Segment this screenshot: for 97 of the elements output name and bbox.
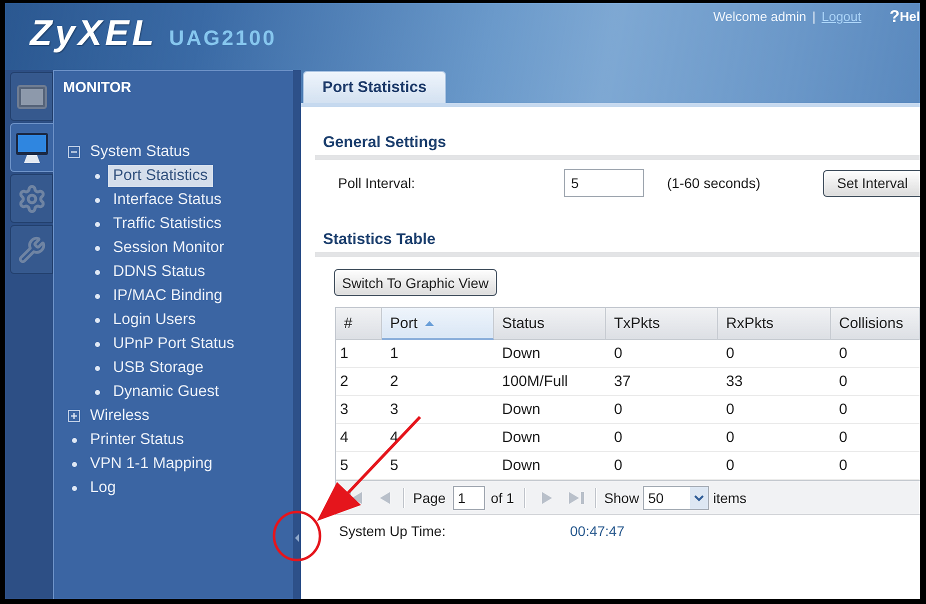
nav-item[interactable]: Port Statistics bbox=[108, 165, 213, 187]
column-header[interactable]: TxPkts bbox=[606, 308, 718, 340]
table-cell-text: 3 bbox=[389, 400, 400, 420]
nav-item[interactable]: IP/MAC Binding bbox=[108, 285, 228, 307]
section-title: General Settings bbox=[322, 134, 446, 152]
bullet-icon bbox=[94, 270, 100, 274]
uptime-label: System Up Time: bbox=[339, 522, 447, 540]
table-cell-text: 0 bbox=[613, 400, 624, 420]
table-cell-text: 1 bbox=[339, 344, 350, 364]
page-total: of 1 bbox=[490, 490, 514, 506]
table-cell-text: 0 bbox=[613, 456, 624, 476]
monitor-icon bbox=[15, 132, 49, 164]
table-cell-text: 100M/Full bbox=[501, 372, 569, 392]
table-cell-text: 37 bbox=[613, 372, 632, 392]
nav-item[interactable]: DDNS Status bbox=[108, 261, 210, 283]
table-cell-text: 0 bbox=[838, 428, 848, 448]
collapse-handle-icon[interactable] bbox=[295, 534, 299, 542]
nav-item[interactable]: Printer Status bbox=[85, 429, 189, 451]
minus-box-icon[interactable] bbox=[68, 146, 80, 158]
nav-item[interactable]: Session Monitor bbox=[108, 237, 230, 259]
column-header[interactable]: Status bbox=[494, 308, 606, 340]
bullet-icon bbox=[72, 486, 76, 490]
sort-up-icon bbox=[424, 320, 434, 326]
bullet-icon bbox=[94, 390, 100, 394]
table-cell-text: 0 bbox=[613, 428, 624, 448]
help-link[interactable]: ?Hel bbox=[889, 9, 920, 25]
gear-icon bbox=[16, 184, 46, 214]
bullet-icon bbox=[94, 318, 100, 322]
tab[interactable]: Port Statistics bbox=[303, 71, 446, 103]
uptime-value: 00:47:47 bbox=[570, 522, 624, 540]
page-size-select[interactable]: 50 bbox=[643, 486, 710, 510]
bullet-icon bbox=[94, 198, 100, 202]
wrench-icon bbox=[18, 236, 46, 264]
nav-item[interactable]: UPnP Port Status bbox=[108, 333, 240, 355]
table-cell-text: 0 bbox=[725, 428, 736, 448]
welcome-text: Welcome admin bbox=[713, 9, 806, 25]
bullet-icon bbox=[72, 462, 76, 466]
table-cell-text: 5 bbox=[339, 456, 350, 476]
screen-icon bbox=[16, 84, 46, 108]
section-title: Statistics Table bbox=[322, 231, 436, 249]
table-cell-text: Down bbox=[501, 456, 542, 476]
chevron-down-icon bbox=[690, 486, 708, 508]
table-cell-text: 1 bbox=[389, 344, 400, 364]
field-label: Poll Interval: bbox=[338, 175, 416, 191]
separator-text: | bbox=[812, 9, 816, 25]
table-cell-text: 33 bbox=[725, 372, 744, 392]
poll-interval-input[interactable]: 5 bbox=[564, 169, 644, 197]
table-cell-text: 0 bbox=[838, 344, 848, 364]
table-cell-text: Down bbox=[501, 344, 542, 364]
column-header[interactable]: # bbox=[336, 308, 382, 340]
table-cell-text: 0 bbox=[613, 344, 624, 364]
column-header[interactable]: Port bbox=[382, 308, 494, 340]
annotation-circle bbox=[272, 510, 322, 562]
column-header[interactable]: Collisions bbox=[831, 308, 920, 340]
table-cell-text: Down bbox=[501, 428, 542, 448]
table-cell-text: 2 bbox=[389, 372, 400, 392]
nav-item[interactable]: Interface Status bbox=[108, 189, 227, 211]
bullet-icon bbox=[94, 174, 100, 178]
graphic-view-button[interactable]: Switch To Graphic View bbox=[334, 269, 497, 296]
nav-item[interactable]: VPN 1-1 Mapping bbox=[85, 453, 218, 475]
table-cell-text: 2 bbox=[339, 372, 350, 392]
nav-item[interactable]: Dynamic Guest bbox=[108, 381, 224, 403]
table-cell-text: 4 bbox=[339, 428, 350, 448]
bullet-icon bbox=[94, 294, 100, 298]
show-label: Show bbox=[604, 490, 640, 506]
page-label: Page bbox=[413, 490, 446, 506]
field-hint: (1-60 seconds) bbox=[667, 175, 762, 191]
nav-item[interactable]: Traffic Statistics bbox=[108, 213, 227, 235]
table-cell-text: 0 bbox=[725, 456, 736, 476]
table-cell-text: 0 bbox=[725, 344, 736, 364]
page-input[interactable]: 1 bbox=[452, 486, 485, 510]
help-icon: ? bbox=[889, 9, 900, 25]
nav-item[interactable]: Log bbox=[85, 477, 121, 499]
column-header[interactable]: RxPkts bbox=[718, 308, 831, 340]
items-label: items bbox=[713, 490, 747, 506]
bullet-icon bbox=[72, 438, 76, 442]
bullet-icon bbox=[94, 222, 100, 226]
set-interval-button[interactable]: Set Interval bbox=[823, 170, 920, 196]
table-cell-text: 0 bbox=[838, 400, 848, 420]
brand-logo: ZyXEL bbox=[30, 15, 158, 51]
table-cell-text: 0 bbox=[725, 400, 736, 420]
table-cell-text: 5 bbox=[389, 456, 400, 476]
nav-item[interactable]: USB Storage bbox=[108, 357, 208, 379]
nav-item[interactable]: Login Users bbox=[108, 309, 201, 331]
plus-box-icon[interactable] bbox=[68, 410, 80, 422]
nav-group[interactable]: System Status bbox=[85, 141, 195, 163]
table-cell-text: 0 bbox=[838, 456, 848, 476]
bullet-icon bbox=[94, 342, 100, 346]
bullet-icon bbox=[94, 246, 100, 250]
table-cell-text: 3 bbox=[339, 400, 350, 420]
nav-tab[interactable] bbox=[10, 123, 53, 172]
table-cell-text: 0 bbox=[838, 372, 848, 392]
table-cell-text: Down bbox=[501, 400, 542, 420]
model-name: UAG2100 bbox=[169, 27, 276, 51]
panel-title: MONITOR bbox=[62, 78, 132, 98]
bullet-icon bbox=[94, 366, 100, 370]
nav-group[interactable]: Wireless bbox=[85, 405, 154, 427]
